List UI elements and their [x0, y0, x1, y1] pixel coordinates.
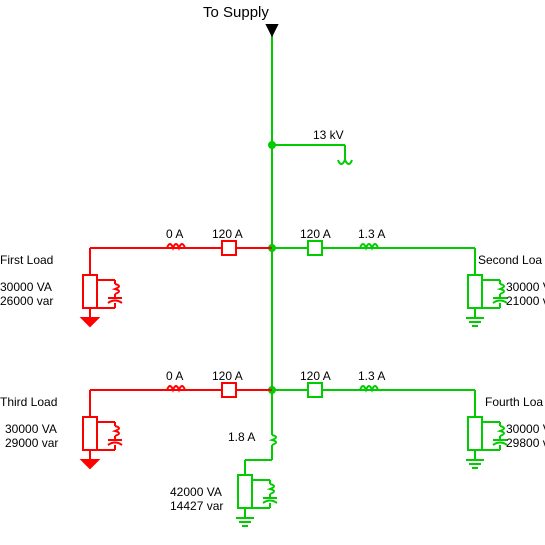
- first-amp1: 0 A: [166, 227, 183, 241]
- third-amp1: 0 A: [166, 369, 183, 383]
- second-load-name: Second Loa: [478, 253, 542, 267]
- fourth-load-var: 29800 var: [506, 436, 545, 450]
- voltage-label: 13 kV: [313, 128, 344, 142]
- title-label: To Supply: [203, 4, 269, 21]
- bottom-va: 42000 VA: [170, 485, 222, 499]
- third-load-var: 29000 var: [5, 436, 58, 450]
- fourth-load-name: Fourth Loa: [485, 395, 543, 409]
- third-load-va: 30000 VA: [5, 422, 57, 436]
- second-load-va: 30000 VA: [506, 280, 545, 294]
- second-amp1: 120 A: [300, 227, 331, 241]
- second-amp2: 1.3 A: [358, 227, 385, 241]
- fourth-load-va: 30000 VA: [506, 422, 545, 436]
- fourth-amp1: 120 A: [300, 369, 331, 383]
- first-load-var: 26000 var: [0, 294, 53, 308]
- first-load-name: First Load: [0, 253, 53, 267]
- fourth-amp2: 1.3 A: [358, 369, 385, 383]
- second-load-var: 21000 var: [506, 294, 545, 308]
- third-load-name: Third Load: [0, 395, 57, 409]
- bottom-amp: 1.8 A: [228, 430, 255, 444]
- bottom-var: 14427 var: [170, 499, 223, 513]
- first-amp2: 120 A: [212, 227, 243, 241]
- circuit-diagram: [0, 0, 545, 545]
- third-amp2: 120 A: [212, 369, 243, 383]
- first-load-va: 30000 VA: [0, 280, 52, 294]
